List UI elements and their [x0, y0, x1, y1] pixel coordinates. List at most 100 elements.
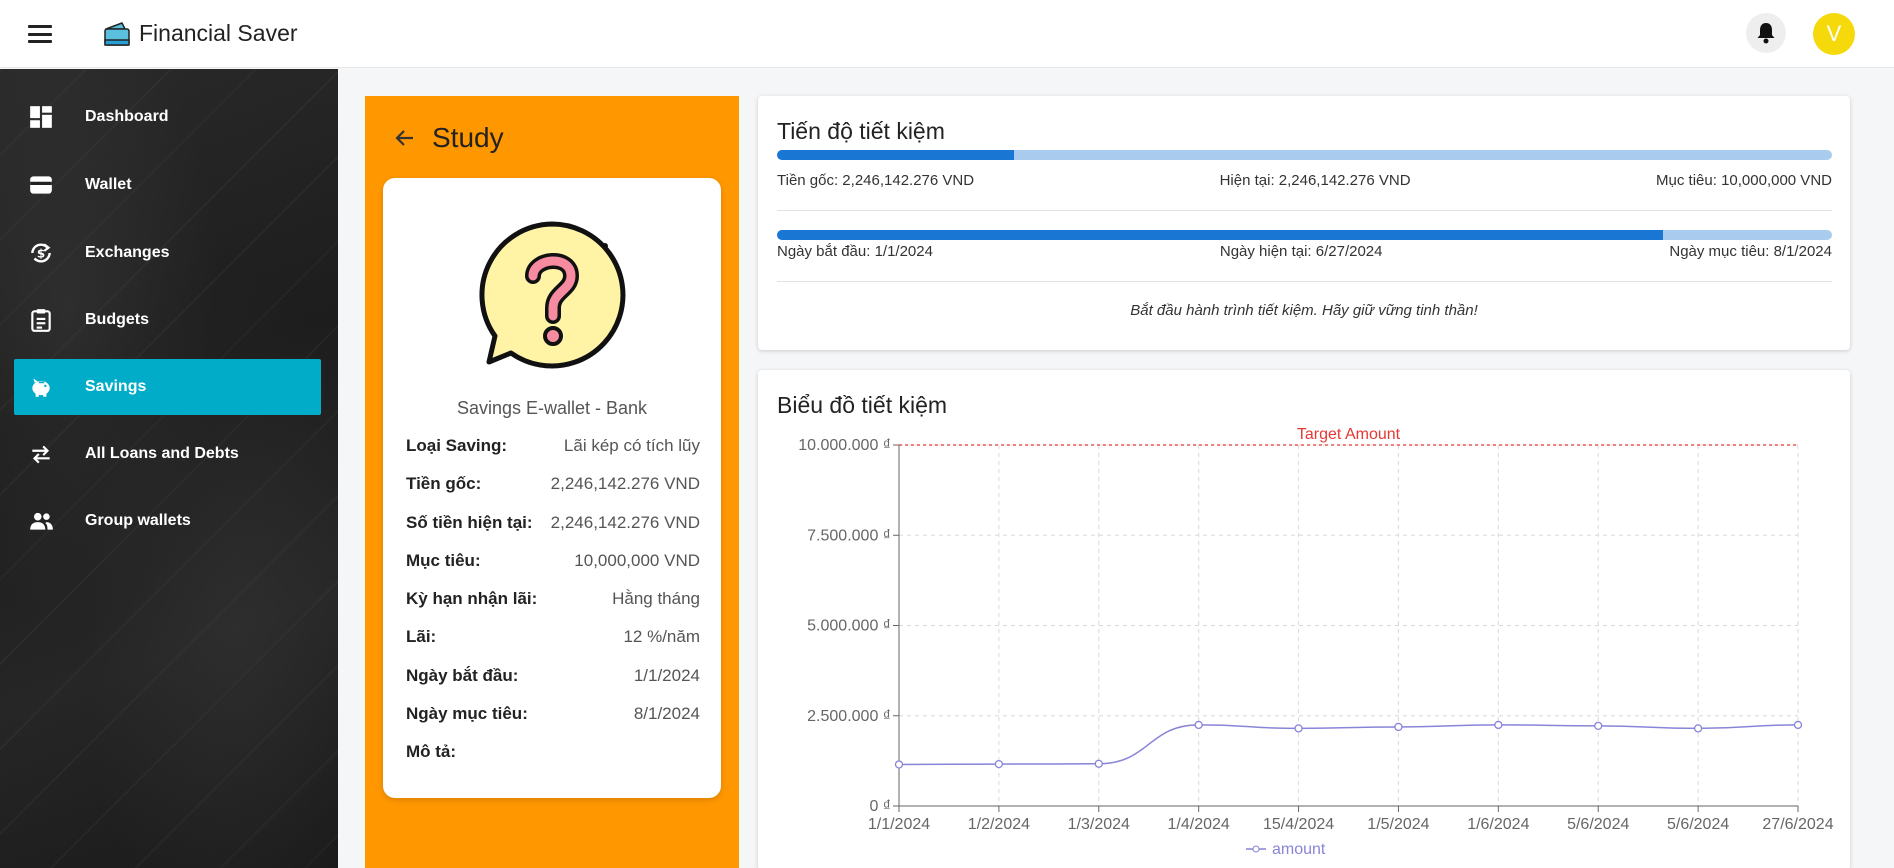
- sidebar-item-label: Savings: [85, 378, 147, 395]
- data-point: [1793, 720, 1803, 730]
- detail-label: Số tiền hiện tại:: [406, 513, 533, 532]
- saving-title: Study: [432, 122, 504, 153]
- current-amount-label: Hiện tại: 2,246,142.276 VND: [1219, 172, 1411, 189]
- savings-progress-card: Tiến độ tiết kiệm Tiền gốc: 2,246,142.27…: [758, 96, 1850, 350]
- detail-value: 2,246,142.276 VND: [550, 513, 700, 532]
- saving-subtitle: Savings E-wallet - Bank: [456, 398, 648, 418]
- sidebar-item-savings[interactable]: Savings: [14, 359, 321, 415]
- sidebar-item-loans-debts[interactable]: All Loans and Debts: [14, 426, 321, 482]
- x-tick-label: 1/2/2024: [968, 816, 1030, 833]
- y-tick-label: 7.500.000 ₫: [807, 527, 891, 544]
- x-tick-label: 1/3/2024: [1068, 816, 1130, 833]
- detail-row: Số tiền hiện tại: 2,246,142.276 VND: [406, 513, 700, 533]
- data-point: [1594, 721, 1603, 731]
- sidebar-item-label: All Loans and Debts: [85, 445, 239, 462]
- detail-row: Tiền gốc: 2,246,142.276 VND: [406, 474, 700, 494]
- detail-label: Mô tả:: [406, 742, 457, 761]
- sidebar-item-label: Group wallets: [85, 512, 191, 529]
- saving-info-card: Savings E-wallet - Bank Loại Saving: Lãi …: [383, 178, 721, 798]
- detail-label: Tiền gốc:: [406, 474, 482, 493]
- detail-value: Hằng tháng: [612, 589, 700, 608]
- saving-detail-panel: Study Savings E-wallet - Bank Loại Savin…: [365, 96, 739, 868]
- data-point: [994, 759, 1004, 769]
- x-tick-label: 5/6/2024: [1567, 816, 1629, 833]
- progress-title: Tiến độ tiết kiệm: [777, 118, 945, 144]
- principal-label: Tiền gốc: 2,246,142.276 VND: [777, 172, 975, 189]
- detail-label: Kỳ hạn nhận lãi:: [406, 589, 538, 608]
- data-point: [1693, 724, 1703, 733]
- group-icon: [30, 512, 53, 530]
- y-tick-label: 10.000.000 ₫: [798, 437, 891, 454]
- amount-progress-bar: [777, 150, 1832, 160]
- sidebar-item-exchanges[interactable]: $ Exchanges: [14, 225, 321, 281]
- sidebar-item-wallet[interactable]: Wallet: [14, 157, 321, 213]
- x-tick-label: 1/6/2024: [1467, 816, 1529, 833]
- y-tick-label: 2.500.000 ₫: [807, 708, 891, 725]
- detail-row: Kỳ hạn nhận lãi: Hằng tháng: [406, 589, 700, 609]
- target-reference-label: Target Amount: [1297, 426, 1401, 443]
- detail-row: Mục tiêu: 10,000,000 VND: [406, 551, 700, 571]
- detail-row: Lãi: 12 %/năm: [406, 627, 700, 647]
- avatar[interactable]: V: [1813, 13, 1855, 55]
- top-app-bar: Financial Saver V: [0, 0, 1894, 68]
- bell-icon: [1757, 23, 1775, 44]
- y-tick-label: 0 ₫: [869, 798, 891, 815]
- detail-label: Mục tiêu:: [406, 551, 481, 570]
- detail-row: Mô tả:: [406, 742, 700, 762]
- menu-icon[interactable]: [26, 22, 54, 46]
- sidebar-item-label: Budgets: [85, 311, 149, 328]
- legend-marker-amount: [1252, 845, 1260, 853]
- clipboard-icon: [31, 309, 51, 332]
- detail-value: 2,246,142.276 VND: [550, 474, 700, 493]
- data-point: [894, 760, 904, 769]
- app-title[interactable]: Financial Saver: [139, 20, 298, 47]
- legend-label-amount: amount: [1272, 841, 1326, 858]
- start-date-label: Ngày bắt đầu: 1/1/2024: [777, 243, 933, 260]
- target-date-label: Ngày mục tiêu: 8/1/2024: [1669, 243, 1832, 260]
- y-tick-label: 5.000.000 ₫: [807, 618, 891, 635]
- exchange-icon: $: [31, 243, 51, 263]
- detail-row: Ngày mục tiêu: 8/1/2024: [406, 704, 700, 724]
- divider: [777, 210, 1832, 211]
- detail-value: 10,000,000 VND: [574, 551, 700, 570]
- detail-label: Loại Saving:: [406, 436, 508, 455]
- sidebar-item-group-wallets[interactable]: Group wallets: [14, 493, 321, 549]
- detail-value: Lãi kép có tích lũy: [563, 436, 700, 455]
- data-point: [1094, 759, 1103, 768]
- x-tick-label: 27/6/2024: [1762, 816, 1833, 833]
- time-progress-fill: [777, 230, 1664, 240]
- x-tick-label: 5/6/2024: [1667, 816, 1729, 833]
- sidebar-item-label: Exchanges: [85, 244, 170, 261]
- data-point: [1294, 724, 1303, 733]
- question-bubble-icon: [479, 221, 626, 369]
- x-tick-label: 1/1/2024: [868, 816, 930, 833]
- sidebar-item-label: Dashboard: [85, 108, 169, 125]
- data-point: [1394, 722, 1403, 732]
- x-tick-label: 15/4/2024: [1263, 816, 1334, 833]
- divider: [777, 281, 1832, 282]
- wallet-logo-icon: [104, 22, 130, 46]
- sidebar-item-dashboard[interactable]: Dashboard: [14, 89, 321, 145]
- data-point: [1194, 720, 1203, 730]
- sidebar: Dashboard Wallet $ Exchanges Budgets Sav…: [0, 69, 338, 868]
- amount-progress-fill: [777, 150, 1014, 160]
- x-tick-label: 1/4/2024: [1168, 816, 1230, 833]
- back-arrow-icon[interactable]: [391, 124, 419, 152]
- sidebar-item-budgets[interactable]: Budgets: [14, 292, 321, 348]
- detail-row: Ngày bắt đầu: 1/1/2024: [406, 666, 700, 686]
- svg-text:$: $: [37, 246, 45, 260]
- time-progress-labels: Ngày bắt đầu: 1/1/2024 Ngày hiện tại: 6/…: [777, 243, 1832, 260]
- detail-value: 8/1/2024: [633, 704, 700, 723]
- time-progress-bar: [777, 230, 1832, 240]
- detail-label: Ngày bắt đầu:: [406, 666, 519, 685]
- savings-line-chart: 0 ₫ 2.500.000 ₫ 5.000.000 ₫ 7.500.000 ₫ 10.0…: [798, 426, 1833, 858]
- sidebar-item-label: Wallet: [85, 176, 132, 193]
- data-point: [1494, 720, 1503, 730]
- notifications-button[interactable]: [1746, 13, 1786, 53]
- detail-label: Lãi:: [406, 627, 437, 646]
- transfer-arrows-icon: [32, 445, 50, 464]
- savings-chart-card: Biểu đồ tiết kiệm 0 ₫ 2.500.000 ₫ 5.000.00…: [758, 370, 1850, 868]
- detail-row: Loại Saving: Lãi kép có tích lũy: [406, 436, 700, 456]
- x-tick-label: 1/5/2024: [1367, 816, 1429, 833]
- series-line-amount: [898, 724, 1799, 766]
